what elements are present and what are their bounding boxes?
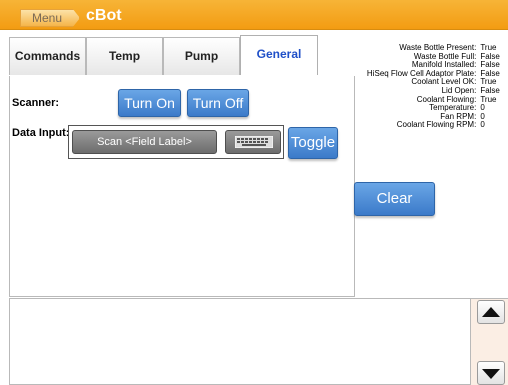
data-input-label: Data Input:: [12, 127, 70, 139]
arrow-down-icon: [482, 369, 500, 379]
clear-button[interactable]: Clear: [354, 182, 435, 216]
toggle-button[interactable]: Toggle: [288, 127, 338, 159]
scroll-up-button[interactable]: [477, 300, 505, 324]
data-input-field: Scan <Field Label>: [68, 125, 284, 159]
app-title: cBot: [86, 7, 122, 24]
arrow-up-icon: [482, 307, 500, 317]
scan-field-button[interactable]: Scan <Field Label>: [72, 130, 217, 154]
keyboard-icon: [235, 136, 273, 148]
tab-pump[interactable]: Pump: [163, 37, 240, 75]
top-bar: Menu cBot: [0, 0, 508, 30]
log-output[interactable]: [9, 298, 471, 385]
tab-general[interactable]: General: [240, 35, 318, 75]
tab-commands[interactable]: Commands: [9, 37, 86, 75]
scanner-label: Scanner:: [12, 97, 60, 109]
turn-off-button[interactable]: Turn Off: [187, 89, 249, 117]
status-panel: Waste Bottle Present: True Waste Bottle F…: [352, 43, 504, 130]
general-panel: [9, 76, 355, 297]
keyboard-button[interactable]: [225, 130, 281, 154]
tab-temp[interactable]: Temp: [86, 37, 163, 75]
menu-button[interactable]: Menu: [20, 9, 80, 27]
scroll-down-button[interactable]: [477, 361, 505, 385]
turn-on-button[interactable]: Turn On: [118, 89, 181, 117]
status-row: Coolant Flowing RPM: 0: [396, 120, 485, 130]
